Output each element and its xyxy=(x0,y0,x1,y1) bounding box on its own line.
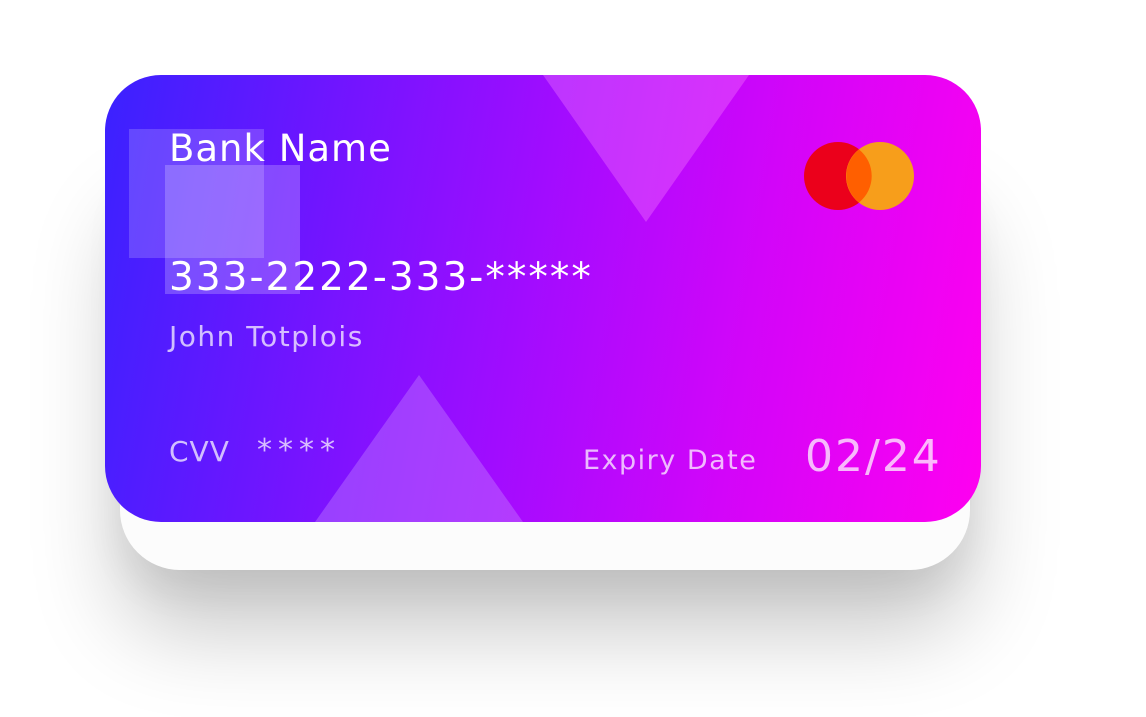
decorative-triangle-top xyxy=(543,75,749,222)
decorative-triangle-bottom xyxy=(315,375,523,522)
mastercard-logo-icon xyxy=(804,142,914,210)
credit-card[interactable]: Bank Name 333-2222-333-***** John Totplo… xyxy=(105,75,981,522)
expiry-date-label: Expiry Date xyxy=(583,445,758,476)
cvv-value: **** xyxy=(257,433,341,468)
bank-name: Bank Name xyxy=(169,127,392,170)
card-number: 333-2222-333-***** xyxy=(169,255,593,300)
cardholder-name: John Totplois xyxy=(169,320,364,353)
cvv-label: CVV xyxy=(169,435,230,468)
expiry-date-value: 02/24 xyxy=(805,431,942,482)
stage: Bank Name 333-2222-333-***** John Totplo… xyxy=(0,0,1146,717)
